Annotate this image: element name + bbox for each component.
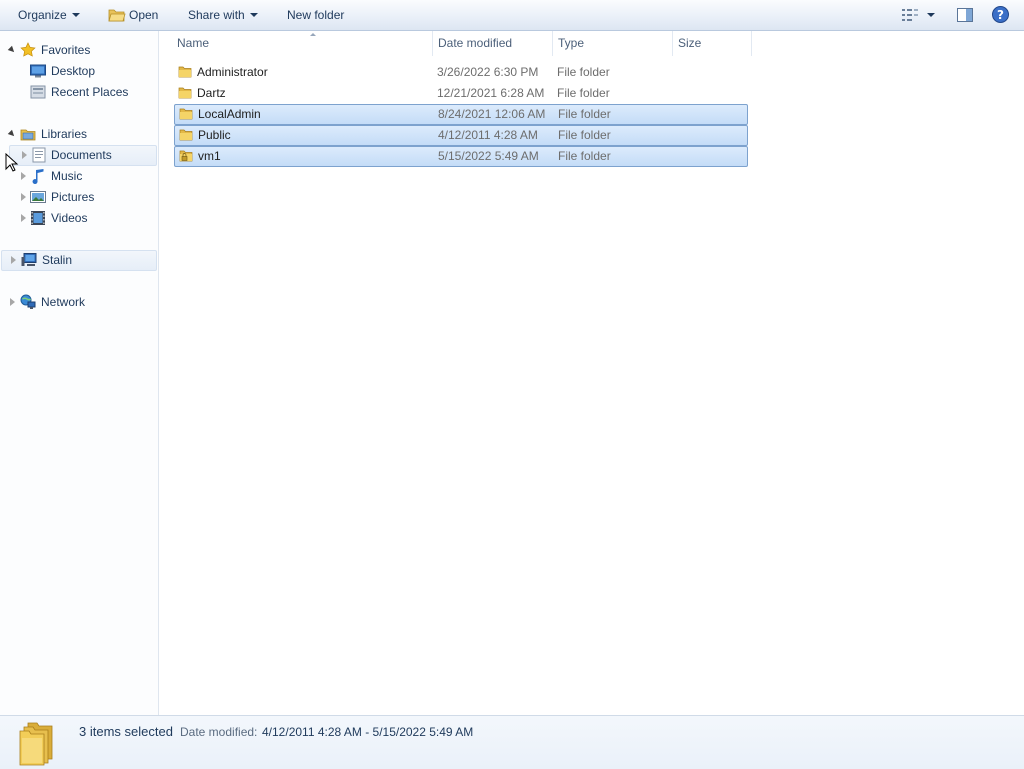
organize-button[interactable]: Organize — [18, 0, 80, 30]
folder-icon — [178, 66, 192, 78]
file-date-modified: 5/15/2022 5:49 AM — [438, 149, 539, 163]
pictures-icon — [30, 191, 46, 203]
file-name: vm1 — [198, 149, 221, 163]
file-date-modified: 3/26/2022 6:30 PM — [437, 65, 539, 79]
nav-item-pictures[interactable]: Pictures — [0, 187, 156, 207]
column-header-label: Type — [558, 36, 585, 50]
file-type: File folder — [557, 86, 610, 100]
file-row[interactable]: Public 4/12/2011 4:28 AM File folder — [174, 125, 748, 146]
share-with-label: Share with — [188, 8, 245, 22]
column-header-type[interactable]: Type — [553, 31, 673, 56]
chevron-down-icon — [249, 13, 258, 17]
recent-places-icon — [30, 85, 46, 99]
collapsed-arrow-icon[interactable] — [21, 193, 26, 201]
collapsed-arrow-icon[interactable] — [21, 172, 26, 180]
nav-libraries[interactable]: Libraries — [0, 124, 156, 144]
computer-icon — [21, 253, 37, 266]
file-type: File folder — [557, 65, 610, 79]
nav-item-documents[interactable]: Documents — [9, 145, 157, 166]
folder-icon — [179, 108, 193, 120]
file-row[interactable]: Administrator 3/26/2022 6:30 PM File folde… — [174, 62, 748, 83]
file-date-modified: 12/21/2021 6:28 AM — [437, 86, 545, 100]
column-header-label: Name — [177, 36, 210, 50]
expanded-arrow-icon[interactable] — [7, 129, 17, 139]
column-header-label: Date modified — [438, 36, 513, 50]
nav-item-label: Videos — [51, 211, 88, 225]
column-header-date-modified[interactable]: Date modified — [433, 31, 553, 56]
file-row[interactable]: vm1 5/15/2022 5:49 AM File folder — [174, 146, 748, 167]
column-header-size[interactable]: Size — [673, 31, 752, 56]
file-date-modified: 4/12/2011 4:28 AM — [438, 128, 538, 142]
computer-label: Stalin — [42, 253, 73, 267]
collapsed-arrow-icon[interactable] — [22, 151, 27, 159]
nav-item-desktop[interactable]: Desktop — [0, 61, 156, 81]
file-type: File folder — [558, 149, 611, 163]
open-label: Open — [129, 8, 159, 22]
command-bar: Organize Open Share with New folder ? — [0, 0, 1024, 31]
new-folder-button[interactable]: New folder — [287, 0, 344, 30]
new-folder-label: New folder — [287, 8, 345, 22]
nav-item-videos[interactable]: Videos — [0, 208, 156, 228]
help-icon[interactable]: ? — [992, 6, 1009, 23]
details-pane: 3 items selected Date modified: 4/12/201… — [0, 715, 1024, 769]
date-modified-range: 4/12/2011 4:28 AM - 5/15/2022 5:49 AM — [262, 725, 474, 739]
libraries-icon — [20, 129, 36, 141]
documents-icon — [32, 147, 46, 163]
file-name: Public — [198, 128, 231, 142]
folder-icon — [179, 129, 193, 141]
videos-icon — [31, 211, 45, 225]
nav-computer[interactable]: Stalin — [1, 250, 157, 271]
mouse-cursor-icon — [5, 153, 19, 172]
nav-item-recent-places[interactable]: Recent Places — [0, 82, 156, 102]
libraries-label: Libraries — [41, 127, 88, 141]
preview-pane-icon[interactable] — [957, 8, 973, 22]
change-view-icon[interactable] — [902, 9, 918, 21]
desktop-icon — [30, 64, 46, 78]
file-date-modified: 8/24/2021 12:06 AM — [438, 107, 546, 121]
nav-item-label: Recent Places — [51, 85, 129, 99]
network-label: Network — [41, 295, 86, 309]
navigation-pane: Favorites Desktop Recent Places Librarie… — [0, 31, 159, 715]
expanded-arrow-icon[interactable] — [7, 45, 17, 55]
favorites-label: Favorites — [41, 43, 91, 57]
view-options-chevron-icon[interactable] — [927, 13, 935, 17]
nav-item-label: Documents — [51, 148, 112, 162]
collapsed-arrow-icon[interactable] — [21, 214, 26, 222]
file-list-pane: Name Date modified Type Size Administrat… — [159, 31, 1024, 715]
organize-label: Organize — [18, 8, 67, 22]
share-with-button[interactable]: Share with — [188, 0, 258, 30]
locked-folder-icon — [179, 150, 193, 162]
collapsed-arrow-icon[interactable] — [11, 256, 16, 264]
file-type: File folder — [558, 128, 611, 142]
music-icon — [32, 169, 44, 184]
date-modified-label: Date modified: — [180, 725, 258, 739]
folder-icon — [178, 87, 192, 99]
nav-item-label: Music — [51, 169, 83, 183]
file-type: File folder — [558, 107, 611, 121]
file-name: LocalAdmin — [198, 107, 261, 121]
selection-count: 3 items selected — [79, 724, 173, 739]
nav-item-label: Desktop — [51, 64, 96, 78]
file-row[interactable]: LocalAdmin 8/24/2021 12:06 AM File folder — [174, 104, 748, 125]
column-header-label: Size — [678, 36, 702, 50]
file-name: Dartz — [197, 86, 226, 100]
chevron-down-icon — [71, 13, 80, 17]
nav-item-label: Pictures — [51, 190, 95, 204]
open-button[interactable]: Open — [129, 0, 158, 30]
nav-item-music[interactable]: Music — [0, 166, 156, 186]
nav-favorites[interactable]: Favorites — [0, 40, 156, 60]
star-icon — [20, 42, 36, 57]
sort-ascending-icon — [310, 33, 316, 36]
multiple-folders-icon — [19, 722, 53, 766]
collapsed-arrow-icon[interactable] — [10, 298, 15, 306]
svg-text:?: ? — [997, 8, 1004, 22]
network-icon — [20, 294, 36, 309]
nav-network[interactable]: Network — [0, 292, 156, 312]
file-row[interactable]: Dartz 12/21/2021 6:28 AM File folder — [174, 83, 748, 104]
column-header-name[interactable]: Name — [172, 31, 433, 56]
file-name: Administrator — [197, 65, 268, 79]
open-icon — [108, 9, 126, 22]
